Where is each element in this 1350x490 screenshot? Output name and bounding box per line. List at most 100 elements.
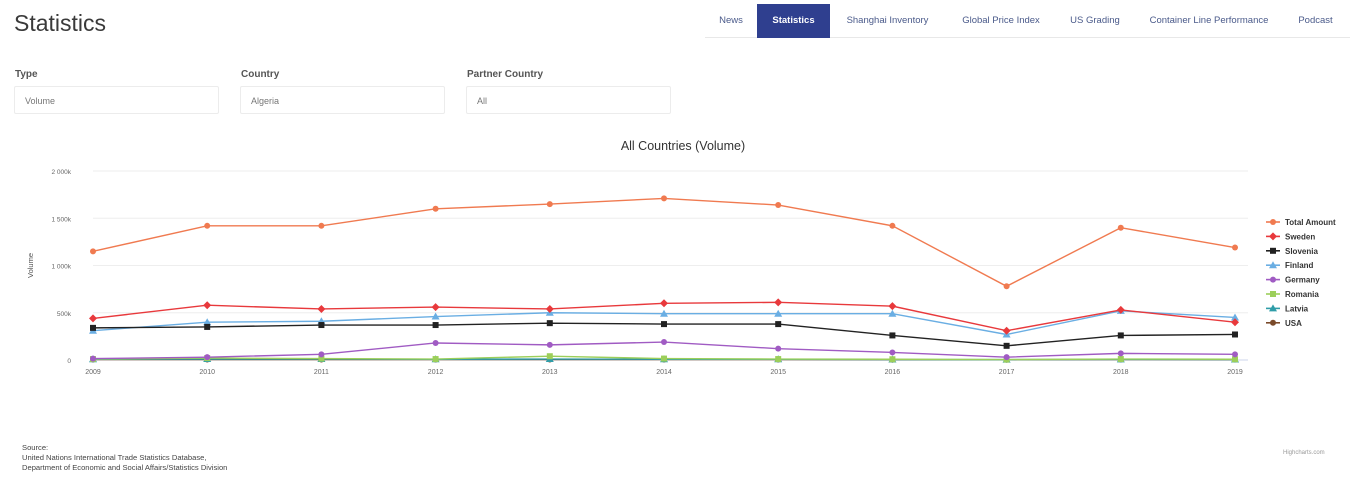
data-point [1117, 350, 1124, 357]
data-point [546, 341, 553, 348]
data-point [203, 301, 212, 310]
legend-label: Romania [1285, 290, 1319, 299]
data-point [432, 322, 439, 329]
source-note: Source: United Nations International Tra… [22, 443, 227, 473]
tab-podcast[interactable]: Podcast [1293, 4, 1338, 38]
x-tick-label: 2018 [1113, 369, 1129, 376]
data-point [1117, 332, 1124, 339]
data-point [660, 299, 668, 308]
source-line-2: Department of Economic and Social Affair… [22, 463, 228, 472]
tab-global-price-index[interactable]: Global Price Index [953, 4, 1049, 38]
volume-line-chart: All Countries (Volume) 0 500k 1 000k 1 500k 2… [26, 139, 1336, 376]
data-point [775, 321, 782, 328]
data-point [318, 351, 325, 358]
data-point [318, 222, 325, 229]
data-point [204, 222, 211, 229]
legend-item-slovenia[interactable]: Slovenia [1266, 247, 1318, 256]
data-point [889, 222, 896, 229]
x-tick-label: 2012 [428, 369, 444, 376]
data-point [1117, 356, 1124, 363]
data-point [1232, 331, 1238, 338]
data-point [89, 314, 97, 323]
data-point [1269, 232, 1277, 241]
y-tick-label: 0 [67, 358, 71, 365]
data-point [1270, 247, 1276, 254]
data-point [432, 339, 439, 346]
data-point [432, 356, 439, 363]
data-point [90, 248, 96, 255]
partner-country-filter-label: Partner Country [467, 69, 544, 80]
type-select[interactable]: Volume [14, 86, 219, 114]
data-point [889, 356, 896, 363]
data-point [775, 356, 782, 363]
x-tick-label: 2014 [656, 369, 672, 376]
data-point [546, 353, 553, 360]
legend-label: Sweden [1285, 232, 1315, 241]
x-tick-label: 2009 [85, 369, 101, 376]
top-navigation: News Statistics Shanghai Inventory Globa… [705, 4, 1350, 38]
data-point [204, 354, 211, 361]
chart-title: All Countries (Volume) [621, 139, 745, 153]
x-tick-label: 2017 [999, 369, 1015, 376]
data-point [661, 321, 667, 328]
data-point [545, 304, 554, 313]
legend-label: Slovenia [1285, 247, 1318, 256]
country-filter-label: Country [241, 69, 280, 80]
data-point [431, 303, 440, 312]
data-point [1270, 319, 1276, 326]
legend-item-finland[interactable]: Finland [1266, 261, 1314, 270]
legend-item-sweden[interactable]: Sweden [1266, 232, 1315, 241]
legend-label: Germany [1285, 276, 1320, 285]
legend-item-total-amount[interactable]: Total Amount [1266, 218, 1336, 227]
data-point [661, 355, 667, 362]
data-point [1003, 342, 1010, 349]
data-point [546, 320, 553, 327]
partner-country-select[interactable]: All [466, 86, 671, 114]
data-point [1270, 276, 1276, 283]
data-point [1003, 283, 1010, 290]
tab-news[interactable]: News [705, 4, 757, 38]
data-point [90, 324, 96, 331]
y-tick-label: 500k [57, 311, 72, 318]
source-line-1: United Nations International Trade Stati… [22, 453, 207, 462]
y-tick-label: 1 500k [51, 216, 71, 223]
data-point [1270, 219, 1276, 225]
legend-item-germany[interactable]: Germany [1266, 276, 1320, 285]
tab-us-grading[interactable]: US Grading [1062, 4, 1128, 38]
source-label: Source: [22, 443, 49, 452]
y-axis-label: Volume [26, 253, 35, 278]
data-point [889, 349, 896, 356]
legend-label: Finland [1285, 261, 1314, 270]
tab-statistics[interactable]: Statistics [757, 4, 830, 38]
legend-label: Latvia [1285, 304, 1309, 313]
legend-item-latvia[interactable]: Latvia [1266, 304, 1309, 313]
data-point [1270, 291, 1276, 297]
data-point [775, 345, 782, 352]
data-point [90, 355, 96, 362]
tab-container-line-performance[interactable]: Container Line Performance [1142, 4, 1276, 38]
page-title: Statistics [14, 10, 107, 36]
data-point [432, 205, 439, 212]
legend-label: Total Amount [1285, 218, 1336, 227]
data-point [661, 195, 667, 202]
legend-item-usa[interactable]: USA [1266, 319, 1302, 328]
x-tick-label: 2016 [885, 369, 901, 376]
data-point [661, 339, 667, 346]
chart-credits-link[interactable]: Highcharts.com [1283, 450, 1325, 456]
data-point [888, 302, 897, 311]
data-point [318, 322, 325, 329]
legend-label: USA [1285, 319, 1302, 328]
data-point [775, 202, 782, 209]
country-select[interactable]: Algeria [240, 86, 445, 114]
x-tick-label: 2019 [1227, 369, 1243, 376]
legend-item-romania[interactable]: Romania [1266, 290, 1319, 299]
data-point [546, 201, 553, 208]
type-filter-label: Type [15, 69, 38, 80]
x-tick-label: 2013 [542, 369, 558, 376]
series-total-amount [90, 195, 1238, 290]
tab-shanghai-inventory[interactable]: Shanghai Inventory [836, 4, 939, 38]
data-point [204, 323, 211, 330]
data-point [1117, 224, 1124, 231]
series-line [92, 197, 1236, 288]
data-point [1003, 354, 1010, 361]
